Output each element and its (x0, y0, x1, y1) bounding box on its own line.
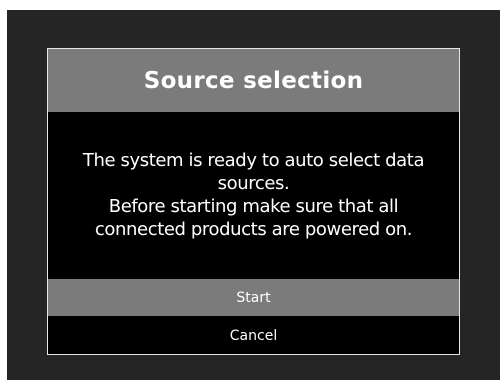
cancel-button-label: Cancel (229, 327, 278, 344)
start-button[interactable]: Start (48, 279, 459, 316)
dialog-message: The system is ready to auto select data … (82, 150, 425, 240)
dialog-body: The system is ready to auto select data … (48, 112, 459, 278)
source-selection-dialog: Source selection The system is ready to … (47, 48, 460, 355)
dialog-title: Source selection (143, 67, 364, 94)
page: Source selection The system is ready to … (0, 0, 502, 381)
device-screen: Source selection The system is ready to … (7, 10, 500, 380)
start-button-label: Start (236, 289, 271, 306)
cancel-button[interactable]: Cancel (48, 317, 459, 354)
dialog-header: Source selection (48, 49, 459, 112)
